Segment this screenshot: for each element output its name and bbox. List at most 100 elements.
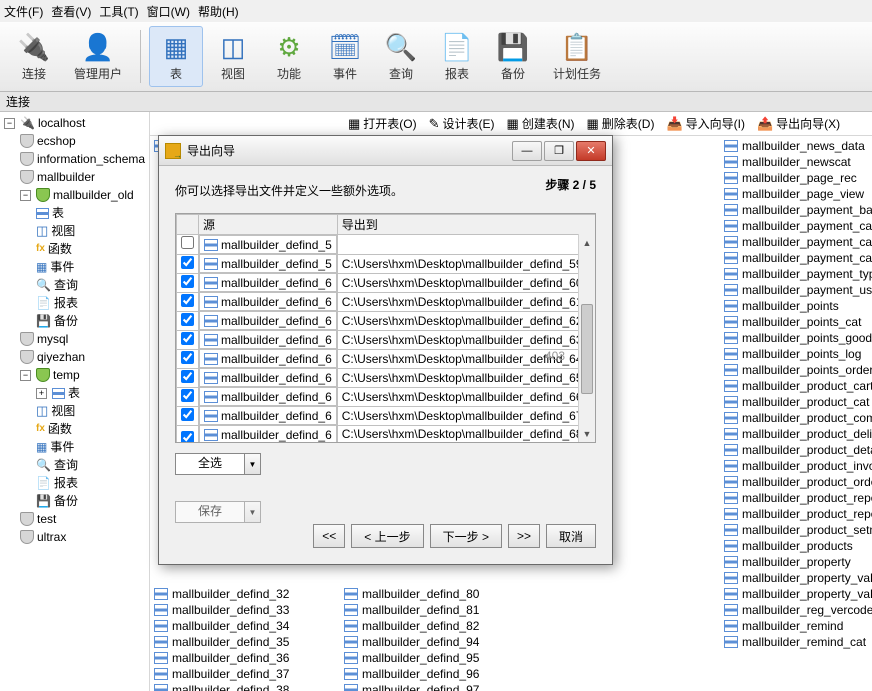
table-item[interactable]: mallbuilder_defind_97 [340,682,530,691]
export-row[interactable]: mallbuilder_defind_6C:\Users\hxm\Desktop… [177,292,597,311]
table-item[interactable]: mallbuilder_defind_80 [340,586,530,602]
export-row[interactable]: mallbuilder_defind_6C:\Users\hxm\Desktop… [177,368,597,387]
export-row[interactable]: mallbuilder_defind_6C:\Users\hxm\Desktop… [177,273,597,292]
table-item[interactable]: mallbuilder_product_cart [720,378,872,394]
table-item[interactable]: mallbuilder_page_view [720,186,872,202]
table-item[interactable]: mallbuilder_product_detail [720,442,872,458]
row-checkbox[interactable] [181,389,194,402]
row-dest[interactable]: C:\Users\hxm\Desktop\mallbuilder_defind_… [337,368,596,387]
table-item[interactable]: mallbuilder_defind_32 [150,586,340,602]
tree-db[interactable]: mallbuilder [2,168,147,186]
table-item[interactable]: mallbuilder_defind_33 [150,602,340,618]
table-item[interactable]: mallbuilder_payment_card [720,218,872,234]
table-item[interactable]: mallbuilder_defind_34 [150,618,340,634]
collapse-icon[interactable]: − [4,118,15,129]
menu-window[interactable]: 窗口(W) [147,3,190,20]
tree-func[interactable]: fx函数 [2,240,147,258]
table-item[interactable]: mallbuilder_remind_cat [720,634,872,650]
table-item[interactable]: mallbuilder_property [720,554,872,570]
export-row[interactable]: mallbuilder_defind_5C:\Users\hxm\Desktop… [177,254,597,273]
tree-backup[interactable]: 💾备份 [2,312,147,330]
tree-db-expanded[interactable]: −mallbuilder_old [2,186,147,204]
table-item[interactable]: mallbuilder_property_value [720,586,872,602]
row-checkbox[interactable] [181,294,194,307]
table-item[interactable]: mallbuilder_product_deliver [720,426,872,442]
table-item[interactable]: mallbuilder_property_value [720,570,872,586]
menu-view[interactable]: 查看(V) [51,3,91,20]
next-button[interactable]: 下一步 > [430,524,502,548]
tree-tables[interactable]: 表 [2,204,147,222]
tool-events[interactable]: 🗓事件 [319,26,371,87]
row-dest[interactable] [337,235,596,255]
row-checkbox[interactable] [181,408,194,421]
tree-backup[interactable]: 💾备份 [2,492,147,510]
tool-report[interactable]: 📄报表 [431,26,483,87]
row-dest[interactable]: C:\Users\hxm\Desktop\mallbuilder_defind_… [337,387,596,406]
collapse-icon[interactable]: − [20,370,31,381]
select-all-button[interactable]: 全选 ▼ [175,453,261,475]
table-item[interactable]: mallbuilder_product_setme [720,522,872,538]
table-item[interactable]: mallbuilder_product_report [720,506,872,522]
table-item[interactable]: mallbuilder_points_goods [720,330,872,346]
cancel-button[interactable]: 取消 [546,524,596,548]
tree-views[interactable]: ◫视图 [2,402,147,420]
table-item[interactable]: mallbuilder_defind_37 [150,666,340,682]
menu-tools[interactable]: 工具(T) [99,3,138,20]
tree-db[interactable]: qiyezhan [2,348,147,366]
tool-connect[interactable]: 🔌连接 [8,26,60,87]
table-item[interactable]: mallbuilder_defind_95 [340,650,530,666]
maximize-button[interactable]: ❐ [544,141,574,161]
table-item[interactable]: mallbuilder_defind_82 [340,618,530,634]
table-item[interactable]: mallbuilder_payment_cashf [720,234,872,250]
table-item[interactable]: mallbuilder_product_order [720,474,872,490]
table-item[interactable]: mallbuilder_product_invoice [720,458,872,474]
row-dest[interactable]: C:\Users\hxm\Desktop\mallbuilder_defind_… [337,273,596,292]
row-dest[interactable]: C:\Users\hxm\Desktop\mallbuilder_defind_… [337,292,596,311]
tree-func[interactable]: fx函数 [2,420,147,438]
scrollbar[interactable]: ▲ ▼ [578,234,595,442]
menu-file[interactable]: 文件(F) [4,3,43,20]
tree-query[interactable]: 🔍查询 [2,276,147,294]
export-row[interactable]: mallbuilder_defind_6C:\Users\hxm\Desktop… [177,406,597,425]
tool-table[interactable]: ▦表 [149,26,203,87]
table-item[interactable]: mallbuilder_payment_banks [720,202,872,218]
tree-db[interactable]: ecshop [2,132,147,150]
row-checkbox[interactable] [181,370,194,383]
table-item[interactable]: mallbuilder_news_data [720,138,872,154]
minimize-button[interactable]: — [512,141,542,161]
table-item[interactable]: mallbuilder_reg_vercode [720,602,872,618]
last-button[interactable]: >> [508,524,540,548]
export-row[interactable]: mallbuilder_defind_6C:\Users\hxm\Desktop… [177,311,597,330]
tree-events[interactable]: ▦事件 [2,438,147,456]
tree-root[interactable]: −🔌localhost [2,114,147,132]
table-item[interactable]: mallbuilder_products [720,538,872,554]
chevron-down-icon[interactable]: ▼ [244,454,260,474]
table-item[interactable]: mallbuilder_remind [720,618,872,634]
table-item[interactable]: mallbuilder_payment_type [720,266,872,282]
table-item[interactable]: mallbuilder_defind_94 [340,634,530,650]
table-item[interactable]: mallbuilder_points_order [720,362,872,378]
table-item[interactable]: mallbuilder_newscat [720,154,872,170]
export-row[interactable]: mallbuilder_defind_6C:\Users\hxm\Desktop… [177,349,597,368]
row-dest[interactable]: C:\Users\hxm\Desktop\mallbuilder_defind_… [337,406,596,425]
close-button[interactable]: ✕ [576,141,606,161]
export-row[interactable]: mallbuilder_defind_6C:\Users\hxm\Desktop… [177,330,597,349]
collapse-icon[interactable]: − [20,190,31,201]
tree-db[interactable]: mysql [2,330,147,348]
table-item[interactable]: mallbuilder_defind_81 [340,602,530,618]
tree-report[interactable]: 📄报表 [2,294,147,312]
export-row[interactable]: mallbuilder_defind_5 [177,235,597,255]
tree-temp[interactable]: −temp [2,366,147,384]
row-checkbox[interactable] [181,236,194,249]
action-create[interactable]: ▦创建表(N) [507,115,575,132]
row-dest[interactable]: C:\Users\hxm\Desktop\mallbuilder_defind_… [337,330,596,349]
action-delete[interactable]: ▦删除表(D) [587,115,655,132]
tree-views[interactable]: ◫视图 [2,222,147,240]
row-checkbox[interactable] [181,275,194,288]
action-open[interactable]: ▦打开表(O) [348,115,417,132]
table-item[interactable]: mallbuilder_payment_cashp [720,250,872,266]
action-import[interactable]: 📥导入向导(I) [666,115,745,132]
tool-users[interactable]: 👤管理用户 [64,26,132,87]
back-button[interactable]: < 上一步 [351,524,423,548]
tool-query[interactable]: 🔍查询 [375,26,427,87]
